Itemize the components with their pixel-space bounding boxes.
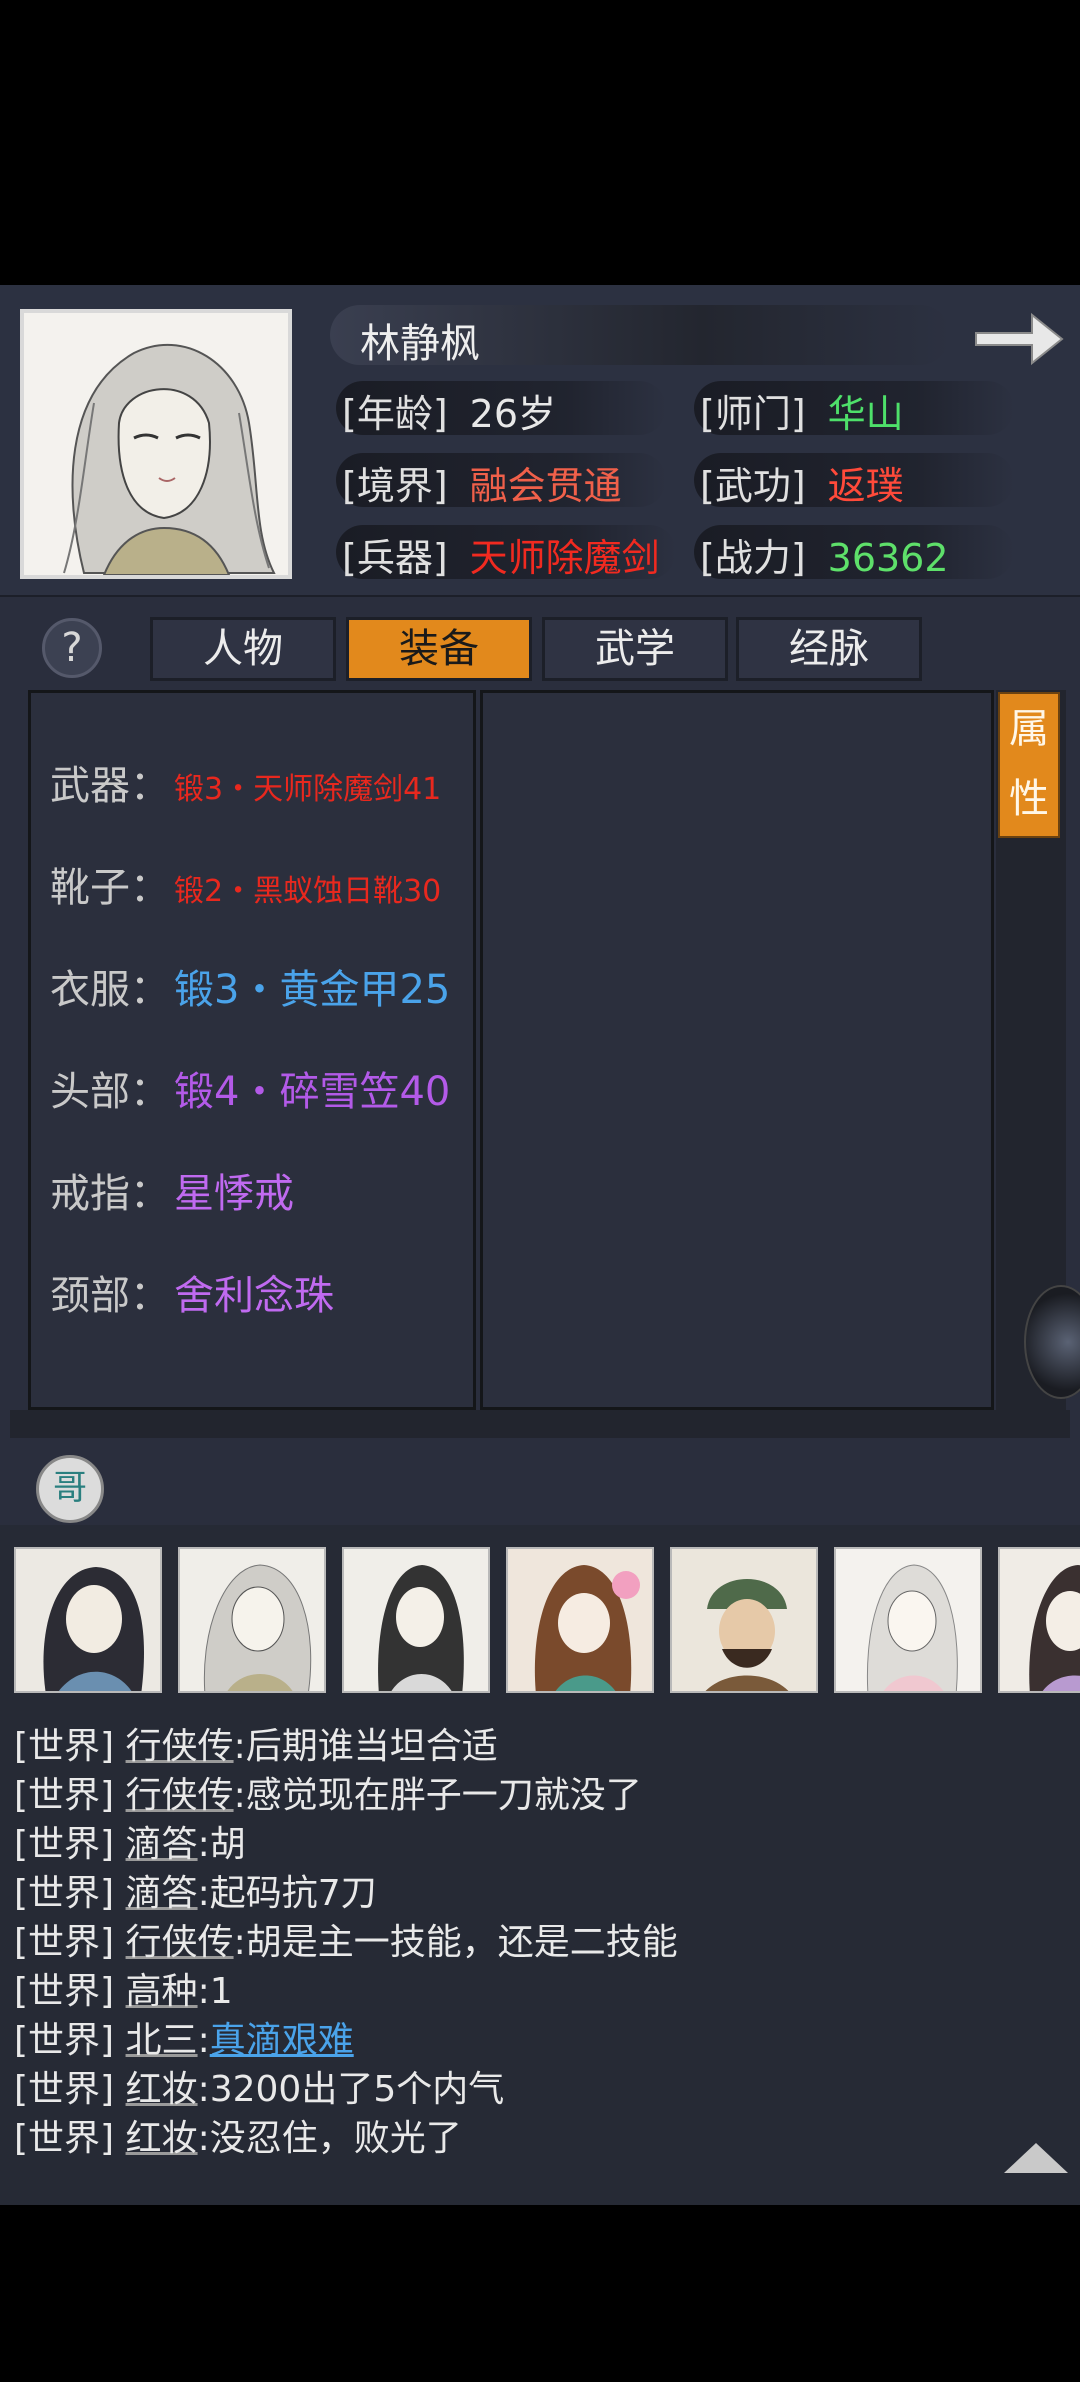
- chat-message: [世界] 高种:1: [14, 1962, 233, 2014]
- slot-item: 锻3・天师除魔剑41: [174, 772, 442, 807]
- avatar[interactable]: [998, 1547, 1080, 1693]
- chat-separator: :: [197, 2118, 210, 2159]
- chat-separator: :: [197, 1824, 210, 1865]
- tab-equipment[interactable]: 装备: [346, 617, 532, 681]
- chat-separator: :: [233, 1922, 246, 1963]
- avatar[interactable]: [670, 1547, 818, 1693]
- help-icon[interactable]: ?: [42, 618, 102, 678]
- stat-martial-art: [武功] 返璞: [700, 464, 904, 508]
- stat-age: [年龄] 26岁: [342, 392, 557, 436]
- avatar[interactable]: [834, 1547, 982, 1693]
- next-arrow-icon[interactable]: [970, 301, 1066, 373]
- chat-username[interactable]: 红妆: [126, 2118, 198, 2159]
- chat-username[interactable]: 滴答: [126, 1824, 198, 1865]
- equip-slot-clothes[interactable]: 衣服： 锻3・黄金甲25: [50, 957, 450, 1015]
- stat-realm: [境界] 融会贯通: [342, 464, 622, 508]
- chat-text: 胡是主一技能，还是二技能: [245, 1922, 678, 1963]
- slot-item: 锻3・黄金甲25: [174, 967, 451, 1013]
- chat-channel: [世界]: [14, 1971, 115, 2012]
- panel-footer: [10, 1410, 1070, 1438]
- stat-power: [战力] 36362: [700, 536, 949, 580]
- chat-text: 起码抗7刀: [209, 1873, 377, 1914]
- equip-slot-weapon[interactable]: 武器： 锻3・天师除魔剑41: [50, 753, 441, 811]
- slot-item: 星悸戒: [174, 1171, 294, 1217]
- friend-avatar-strip[interactable]: [14, 1547, 1080, 1697]
- chat-text: 感觉现在胖子一刀就没了: [245, 1775, 642, 1816]
- chat-text: 没忍住，败光了: [209, 2118, 462, 2159]
- chat-text: 后期谁当坦合适: [245, 1726, 498, 1767]
- chat-channel: [世界]: [14, 2069, 115, 2110]
- chat-text: 3200出了5个内气: [209, 2069, 505, 2110]
- chat-message: [世界] 行侠传:胡是主一技能，还是二技能: [14, 1913, 678, 1965]
- tab-martial-arts[interactable]: 武学: [542, 617, 728, 681]
- chat-channel: [世界]: [14, 1873, 115, 1914]
- character-portrait[interactable]: [20, 309, 292, 579]
- chat-orb-button[interactable]: 哥: [36, 1455, 104, 1523]
- slot-label: 戒指：: [50, 1171, 170, 1217]
- equipment-detail-panel: [480, 690, 994, 1410]
- avatar[interactable]: [178, 1547, 326, 1693]
- scroll-up-icon[interactable]: [1004, 2143, 1068, 2173]
- stat-sect: [师门] 华山: [700, 392, 904, 436]
- chat-channel: [世界]: [14, 2020, 115, 2061]
- chat-message: [世界] 红妆:没忍住，败光了: [14, 2109, 462, 2161]
- chat-channel: [世界]: [14, 1726, 115, 1767]
- tab-character[interactable]: 人物: [150, 617, 336, 681]
- chat-username[interactable]: 北三: [126, 2020, 198, 2061]
- slot-label: 头部：: [50, 1069, 170, 1115]
- chat-message: [世界] 红妆:3200出了5个内气: [14, 2060, 504, 2112]
- chat-message: [世界] 北三:真滴艰难: [14, 2011, 354, 2063]
- equip-slot-boots[interactable]: 靴子： 锻2・黑蚁蚀日靴30: [50, 855, 441, 913]
- stat-weapon: [兵器] 天师除魔剑: [342, 536, 660, 580]
- chat-username[interactable]: 高种: [126, 1971, 198, 2012]
- chat-username[interactable]: 红妆: [126, 2069, 198, 2110]
- chat-message: [世界] 行侠传:后期谁当坦合适: [14, 1717, 498, 1769]
- chat-separator: :: [197, 1873, 210, 1914]
- chat-separator: :: [233, 1726, 246, 1767]
- character-header: 林静枫 [年龄] 26岁 [师门] 华山 [境界] 融会贯通 [武功] 返璞 [兵器] 天…: [0, 285, 1080, 597]
- chat-channel: [世界]: [14, 1775, 115, 1816]
- chat-separator: :: [197, 2069, 210, 2110]
- chat-message: [世界] 滴答:胡: [14, 1815, 246, 1867]
- chat-username[interactable]: 行侠传: [126, 1726, 234, 1767]
- chat-message: [世界] 行侠传:感觉现在胖子一刀就没了: [14, 1766, 642, 1818]
- slot-item: 锻4・碎雪笠40: [174, 1069, 451, 1115]
- chat-separator: :: [233, 1775, 246, 1816]
- chat-username[interactable]: 滴答: [126, 1873, 198, 1914]
- attributes-label-1: 属: [1009, 706, 1049, 752]
- slot-label: 武器：: [50, 763, 170, 809]
- equip-slot-head[interactable]: 头部： 锻4・碎雪笠40: [50, 1059, 450, 1117]
- chat-separator: :: [197, 1971, 210, 2012]
- character-name: 林静枫: [360, 321, 480, 367]
- chat-text: 真滴艰难: [209, 2020, 354, 2061]
- avatar[interactable]: [506, 1547, 654, 1693]
- equip-slot-neck[interactable]: 颈部： 舍利念珠: [50, 1263, 334, 1321]
- slot-label: 靴子：: [50, 865, 170, 911]
- chat-channel: [世界]: [14, 1824, 115, 1865]
- slot-item: 锻2・黑蚁蚀日靴30: [174, 874, 442, 909]
- chat-text: 1: [209, 1971, 233, 2012]
- chat-message: [世界] 滴答:起码抗7刀: [14, 1864, 377, 1916]
- slot-label: 颈部：: [50, 1273, 170, 1319]
- chat-username[interactable]: 行侠传: [126, 1922, 234, 1963]
- chat-username[interactable]: 行侠传: [126, 1775, 234, 1816]
- tab-meridians[interactable]: 经脉: [736, 617, 922, 681]
- chat-channel: [世界]: [14, 1922, 115, 1963]
- character-screen: 林静枫 [年龄] 26岁 [师门] 华山 [境界] 融会贯通 [武功] 返璞 [兵器] 天…: [0, 285, 1080, 2205]
- equip-slot-ring[interactable]: 戒指： 星悸戒: [50, 1161, 294, 1219]
- attributes-label-2: 性: [1009, 776, 1049, 822]
- avatar[interactable]: [14, 1547, 162, 1693]
- attributes-button[interactable]: 属 性: [998, 692, 1060, 838]
- slot-label: 衣服：: [50, 967, 170, 1013]
- avatar[interactable]: [342, 1547, 490, 1693]
- chat-channel: [世界]: [14, 2118, 115, 2159]
- slot-item: 舍利念珠: [174, 1273, 334, 1319]
- chat-text: 胡: [209, 1824, 246, 1865]
- chat-separator: :: [197, 2020, 210, 2061]
